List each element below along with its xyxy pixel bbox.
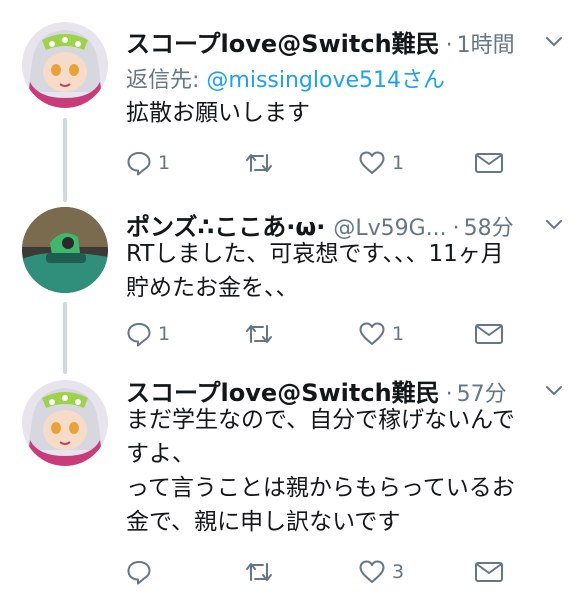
tweet-text: まだ学生なので、自分で稼げないんで すよ、 って言うことは親からもらっているお … <box>126 407 515 535</box>
tweet[interactable]: ポンズ∴ここあ·ω· @Lv59G... · 58分 RTしました、可哀想です、… <box>0 195 583 365</box>
envelope-icon <box>475 562 503 582</box>
retweet-button[interactable] <box>244 319 280 349</box>
envelope-icon <box>475 153 503 173</box>
reply-to: 返信先: @missinglove514さん <box>126 62 445 94</box>
tweet[interactable]: スコープlove@Switch難民 · 1時間 返信先: @missinglov… <box>0 0 583 195</box>
retweet-icon <box>246 325 272 343</box>
tweet-text: 拡散お願いします <box>126 100 310 126</box>
heart-icon <box>359 322 385 345</box>
like-count: 1 <box>392 323 405 345</box>
tweet-text: RTしました、可哀想です、、、11ヶ月 貯めたお金を、、 <box>126 241 504 301</box>
tweet-header: スコープlove@Switch難民 · 57分 <box>126 373 533 407</box>
tweet-actions: 1 1 <box>126 148 526 178</box>
reply-icon <box>127 152 151 176</box>
direct-message-button[interactable] <box>474 319 504 349</box>
chevron-down-icon[interactable] <box>543 213 565 235</box>
display-name[interactable]: スコープlove@Switch難民 <box>126 24 440 58</box>
tweet-actions: 1 1 <box>126 319 526 349</box>
display-name[interactable]: ポンズ∴ここあ·ω· <box>126 207 325 241</box>
like-button[interactable]: 1 <box>358 319 404 349</box>
heart-icon <box>359 560 385 583</box>
like-button[interactable]: 1 <box>358 148 404 178</box>
like-button[interactable]: 3 <box>358 557 404 587</box>
reply-button[interactable]: 1 <box>126 319 170 349</box>
tweet[interactable]: スコープlove@Switch難民 · 57分 まだ学生なので、自分で稼げないん… <box>0 365 583 600</box>
direct-message-button[interactable] <box>474 557 504 587</box>
heart-icon <box>359 151 385 174</box>
chevron-down-icon[interactable] <box>543 379 565 401</box>
reply-to-mention[interactable]: @missinglove514さん <box>206 68 445 93</box>
direct-message-button[interactable] <box>474 148 504 178</box>
reply-icon <box>127 323 151 347</box>
tweet-actions: 3 <box>126 557 526 587</box>
reply-to-label: 返信先: <box>126 68 207 93</box>
avatar[interactable] <box>22 207 108 293</box>
retweet-button[interactable] <box>244 557 280 587</box>
display-name[interactable]: スコープlove@Switch難民 <box>126 373 440 407</box>
retweet-icon <box>246 154 272 172</box>
retweet-button[interactable] <box>244 148 280 178</box>
reply-button[interactable] <box>126 557 158 587</box>
tweet-header: スコープlove@Switch難民 · 1時間 <box>126 24 533 58</box>
reply-count: 1 <box>158 152 171 174</box>
like-count: 3 <box>392 561 405 583</box>
like-count: 1 <box>392 152 405 174</box>
reply-count: 1 <box>158 323 171 345</box>
timestamp[interactable]: 1時間 <box>457 27 515 58</box>
reply-button[interactable]: 1 <box>126 148 170 178</box>
chevron-down-icon[interactable] <box>543 30 565 52</box>
avatar[interactable] <box>22 22 108 108</box>
reply-icon <box>127 561 151 585</box>
tweet-header: ポンズ∴ここあ·ω· @Lv59G... · 58分 <box>126 207 533 241</box>
retweet-icon <box>246 563 272 581</box>
envelope-icon <box>475 324 503 344</box>
separator-dot: · <box>445 33 453 58</box>
avatar[interactable] <box>22 380 108 466</box>
